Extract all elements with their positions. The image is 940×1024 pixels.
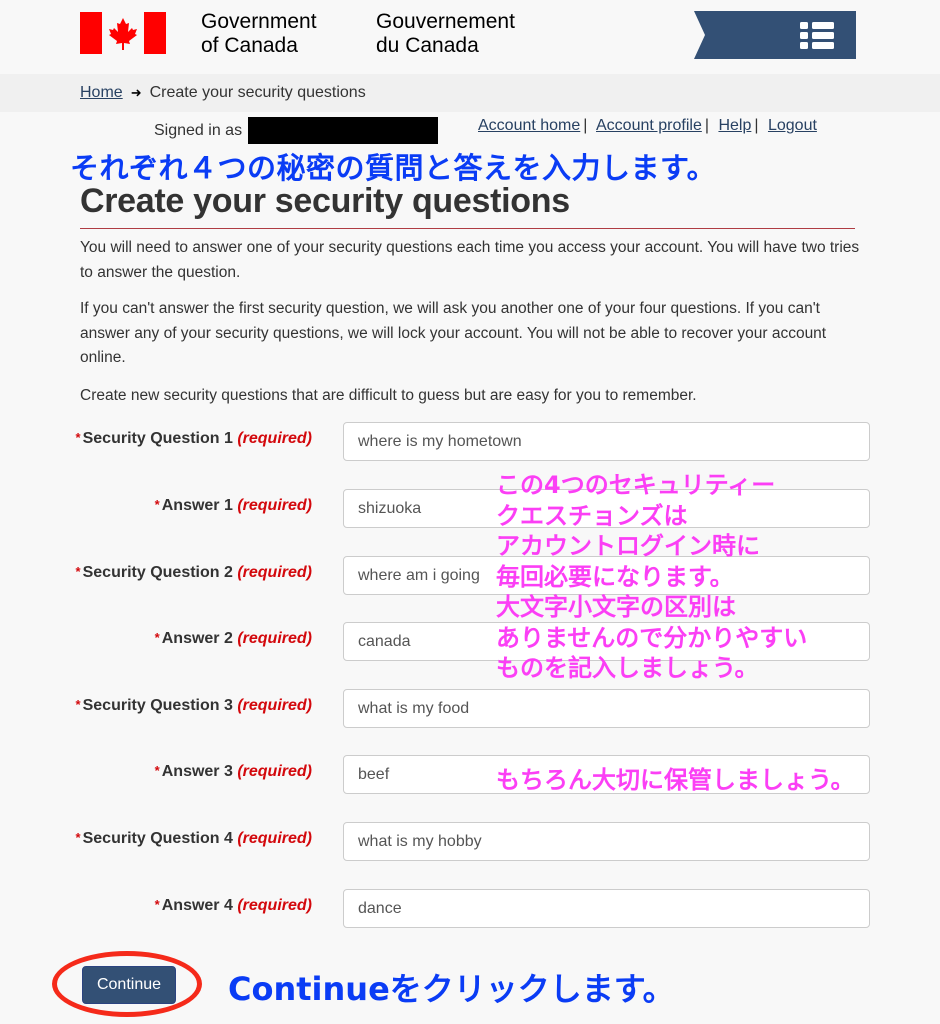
arrow-right-icon: ➜ xyxy=(130,85,142,100)
required-asterisk: * xyxy=(75,430,81,445)
required-asterisk: * xyxy=(75,697,81,712)
required-indicator: (required) xyxy=(237,630,312,647)
field-label: * Answer 3 (required) xyxy=(155,763,312,781)
account-home-link[interactable]: Account home xyxy=(478,117,580,134)
intro-paragraph-3: Create new security questions that are d… xyxy=(80,387,697,404)
annotation-line: 毎回必要になります。 xyxy=(496,562,734,591)
required-indicator: (required) xyxy=(237,564,312,581)
answer-input[interactable] xyxy=(343,889,870,928)
required-asterisk: * xyxy=(154,763,160,778)
separator: | xyxy=(583,117,588,134)
field-label-text: Answer 3 xyxy=(161,763,233,780)
continue-button[interactable]: Continue xyxy=(82,966,176,1004)
list-menu-icon xyxy=(800,22,834,49)
intro-paragraph-1: You will need to answer one of your secu… xyxy=(80,239,860,281)
field-label-text: Security Question 3 xyxy=(82,697,233,714)
signature-en-line1: Government xyxy=(201,10,317,33)
required-indicator: (required) xyxy=(237,497,312,514)
field-label: * Security Question 3 (required) xyxy=(76,697,312,715)
canada-flag-icon xyxy=(80,12,166,54)
account-profile-link[interactable]: Account profile xyxy=(596,117,702,134)
field-label: * Answer 1 (required) xyxy=(155,497,312,515)
government-of-canada-signature-fr: Gouvernement du Canada xyxy=(376,10,515,58)
required-asterisk: * xyxy=(154,897,160,912)
field-label-text: Security Question 4 xyxy=(82,830,233,847)
title-divider xyxy=(80,228,855,229)
annotation-line: クエスチョンズは xyxy=(496,501,688,530)
field-label: * Answer 4 (required) xyxy=(155,897,312,915)
field-label: * Security Question 4 (required) xyxy=(76,830,312,848)
menu-button[interactable] xyxy=(694,11,856,59)
annotation-line: ありませんので分かりやすい xyxy=(496,623,808,652)
breadcrumb-current: Create your security questions xyxy=(149,84,366,101)
security-question-row: * Security Question 4 (required) xyxy=(0,820,940,862)
security-question-input[interactable] xyxy=(343,422,870,461)
required-asterisk: * xyxy=(75,564,81,579)
intro-paragraph-2: If you can't answer the first security q… xyxy=(80,300,827,366)
account-links: Account home | Account profile | Help | Log… xyxy=(478,117,817,135)
logout-link[interactable]: Logout xyxy=(768,117,817,134)
field-label-text: Security Question 2 xyxy=(82,564,233,581)
required-asterisk: * xyxy=(154,497,160,512)
annotation-pink-note: この4つのセキュリティー クエスチョンズは アカウントログイン時に 毎回必要にな… xyxy=(496,470,807,684)
annotation-click-continue: Continueをクリックします。 xyxy=(228,970,675,1008)
required-asterisk: * xyxy=(154,630,160,645)
separator: | xyxy=(704,117,709,134)
annotation-line: この4つのセキュリティー xyxy=(496,471,776,499)
required-indicator: (required) xyxy=(237,430,312,447)
separator: | xyxy=(754,117,759,134)
signed-in-status: Signed in as xyxy=(154,117,439,144)
field-label: * Security Question 1 (required) xyxy=(76,430,312,448)
required-indicator: (required) xyxy=(237,763,312,780)
field-label-text: Answer 1 xyxy=(161,497,233,514)
required-indicator: (required) xyxy=(237,897,312,914)
required-asterisk: * xyxy=(75,830,81,845)
annotation-pink-keep-safe: もちろん大切に保管しましょう。 xyxy=(496,766,855,794)
field-label: * Answer 2 (required) xyxy=(155,630,312,648)
field-label-text: Security Question 1 xyxy=(82,430,233,447)
field-label-text: Answer 2 xyxy=(161,630,233,647)
signature-fr-line2: du Canada xyxy=(376,34,479,57)
security-question-input[interactable] xyxy=(343,822,870,861)
signature-fr-line1: Gouvernement xyxy=(376,10,515,33)
redacted-username xyxy=(248,117,439,144)
annotation-top-instruction: それぞれ４つの秘密の質問と答えを入力します。 xyxy=(70,151,717,185)
required-indicator: (required) xyxy=(237,830,312,847)
signed-in-label: Signed in as xyxy=(154,121,243,139)
help-link[interactable]: Help xyxy=(718,117,751,134)
page-title: Create your security questions xyxy=(80,182,570,220)
required-indicator: (required) xyxy=(237,697,312,714)
security-question-row: * Security Question 1 (required) xyxy=(0,420,940,462)
annotation-line: アカウントログイン時に xyxy=(496,532,760,560)
signature-en-line2: of Canada xyxy=(201,34,298,57)
security-question-row: * Security Question 3 (required) xyxy=(0,687,940,729)
annotation-line: 大文字小文字の区別は xyxy=(496,593,736,621)
government-of-canada-signature-en: Government of Canada xyxy=(201,10,317,58)
annotation-line: ものを記入しましょう。 xyxy=(496,654,759,682)
breadcrumb: Home ➜ Create your security questions xyxy=(80,84,366,102)
answer-row: * Answer 4 (required) xyxy=(0,887,940,929)
site-header: Government of Canada Gouvernement du Can… xyxy=(0,0,940,74)
breadcrumb-home-link[interactable]: Home xyxy=(80,84,123,102)
field-label: * Security Question 2 (required) xyxy=(76,564,312,582)
field-label-text: Answer 4 xyxy=(161,897,233,914)
security-question-input[interactable] xyxy=(343,689,870,728)
